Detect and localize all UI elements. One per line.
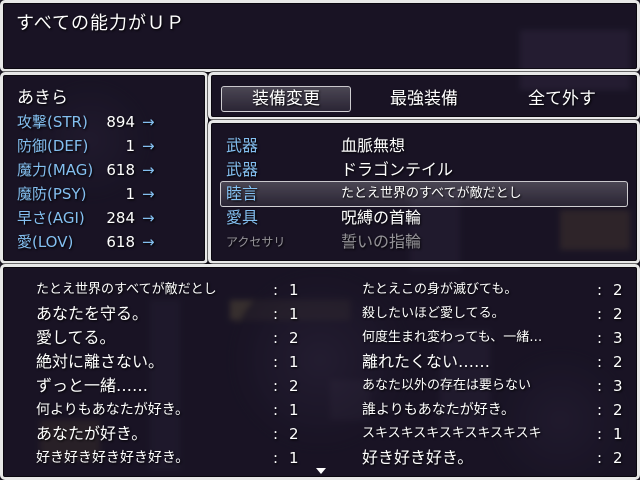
slot-type-label: 睦言	[226, 184, 259, 203]
param-label: 早さ(AGI)	[17, 209, 85, 227]
help-text: すべての能力がＵＰ	[16, 13, 186, 34]
param-value: 618	[106, 161, 135, 179]
item-count: 1	[613, 425, 623, 443]
param-arrow-icon: →	[142, 137, 155, 155]
item-name: あなた以外の存在は要らない	[362, 378, 532, 393]
equip-slot-window: 武器 血脈無想 武器 ドラゴンテイル 睦言 たとえ世界のすべてが敵だとし 愛具 …	[208, 120, 640, 264]
item-name: 好き好き好き。	[362, 448, 474, 467]
item-count-sep: :	[273, 353, 279, 371]
item-name: 殺したいほど愛してる。	[362, 306, 505, 321]
item-count: 2	[289, 425, 299, 443]
item-name: 愛してる。	[36, 328, 116, 347]
item-count-sep: :	[273, 449, 279, 467]
item-name: 離れたくない……	[362, 352, 491, 371]
clear-equip-command[interactable]: 全て外す	[497, 87, 627, 111]
slot-type-label: 武器	[226, 136, 259, 155]
item-count: 2	[613, 449, 623, 467]
item-name: あなたを守る。	[36, 304, 149, 323]
param-arrow-icon: →	[142, 161, 155, 179]
item-name: 何よりもあなたが好き。	[36, 402, 190, 418]
item-name: たとえ世界のすべてが敵だとし	[36, 282, 217, 297]
param-arrow-icon: →	[142, 185, 155, 203]
slot-item-name: 誓いの指輪	[341, 232, 422, 251]
item-count: 3	[613, 329, 623, 347]
item-count-sep: :	[273, 305, 279, 323]
param-label: 魔防(PSY)	[17, 185, 87, 203]
item-count-sep: :	[273, 281, 279, 299]
item-count-sep: :	[597, 281, 603, 299]
status-window: あきら 攻撃(STR) 894 → 防御(DEF) 1 → 魔力(MAG) 61…	[0, 72, 208, 264]
item-count: 2	[613, 353, 623, 371]
param-value: 1	[125, 185, 135, 203]
item-count-sep: :	[273, 425, 279, 443]
slot-item-name: 血脈無想	[341, 136, 406, 155]
item-name: 絶対に離さない。	[36, 352, 165, 371]
param-label: 攻撃(STR)	[17, 113, 88, 131]
item-name: あなたが好き。	[36, 424, 148, 443]
item-name: 好き好き好き好き好き。	[36, 450, 190, 466]
param-label: 愛(LOV)	[17, 233, 74, 251]
param-arrow-icon: →	[142, 113, 155, 131]
slot-item-name: たとえ世界のすべてが敵だとし	[341, 186, 522, 201]
item-count: 1	[289, 401, 299, 419]
param-label: 魔力(MAG)	[17, 161, 94, 179]
slot-item-name: ドラゴンテイル	[341, 160, 454, 179]
item-count-sep: :	[273, 401, 279, 419]
item-count-sep: :	[597, 305, 603, 323]
param-label: 防御(DEF)	[17, 137, 89, 155]
item-count: 2	[613, 281, 623, 299]
param-arrow-icon: →	[142, 209, 155, 227]
item-count-sep: :	[597, 329, 603, 347]
item-count-sep: :	[597, 425, 603, 443]
scroll-down-arrow-icon[interactable]	[316, 468, 326, 474]
item-count: 1	[289, 281, 299, 299]
param-value: 284	[106, 209, 135, 227]
param-arrow-icon: →	[142, 233, 155, 251]
item-name: スキスキスキスキスキスキスキ	[362, 426, 542, 441]
optimize-equip-command[interactable]: 最強装備	[359, 87, 489, 111]
item-list-window: たとえ世界のすべてが敵だとし : 1 あなたを守る。 : 1 愛してる。 : 2…	[0, 264, 640, 480]
item-count: 2	[289, 377, 299, 395]
item-count-sep: :	[597, 353, 603, 371]
slot-type-label: アクセサリ	[226, 235, 286, 249]
param-value: 618	[106, 233, 135, 251]
slot-type-label: 武器	[226, 160, 259, 179]
slot-type-label: 愛具	[226, 208, 259, 227]
item-count-sep: :	[597, 449, 603, 467]
item-count: 1	[289, 353, 299, 371]
item-count: 2	[289, 329, 299, 347]
equip-change-command[interactable]: 装備変更	[221, 87, 351, 111]
item-name: たとえこの身が滅びても。	[362, 282, 518, 297]
item-count: 3	[613, 377, 623, 395]
item-count: 1	[289, 449, 299, 467]
item-count-sep: :	[273, 377, 279, 395]
slot-item-name: 呪縛の首輪	[341, 208, 422, 227]
item-count: 2	[613, 305, 623, 323]
param-value: 1	[125, 137, 135, 155]
item-name: 誰よりもあなたが好き。	[362, 402, 516, 418]
param-value: 894	[106, 113, 135, 131]
item-count: 2	[613, 401, 623, 419]
help-window: すべての能力がＵＰ	[0, 0, 640, 72]
command-window: 装備変更 最強装備 全て外す	[208, 72, 640, 120]
item-name: ずっと一緒……	[36, 376, 149, 395]
item-count: 1	[289, 305, 299, 323]
item-count-sep: :	[597, 401, 603, 419]
item-name: 何度生まれ変わっても、一緒…	[362, 330, 543, 345]
item-count-sep: :	[273, 329, 279, 347]
item-count-sep: :	[597, 377, 603, 395]
actor-name: あきら	[17, 88, 68, 108]
